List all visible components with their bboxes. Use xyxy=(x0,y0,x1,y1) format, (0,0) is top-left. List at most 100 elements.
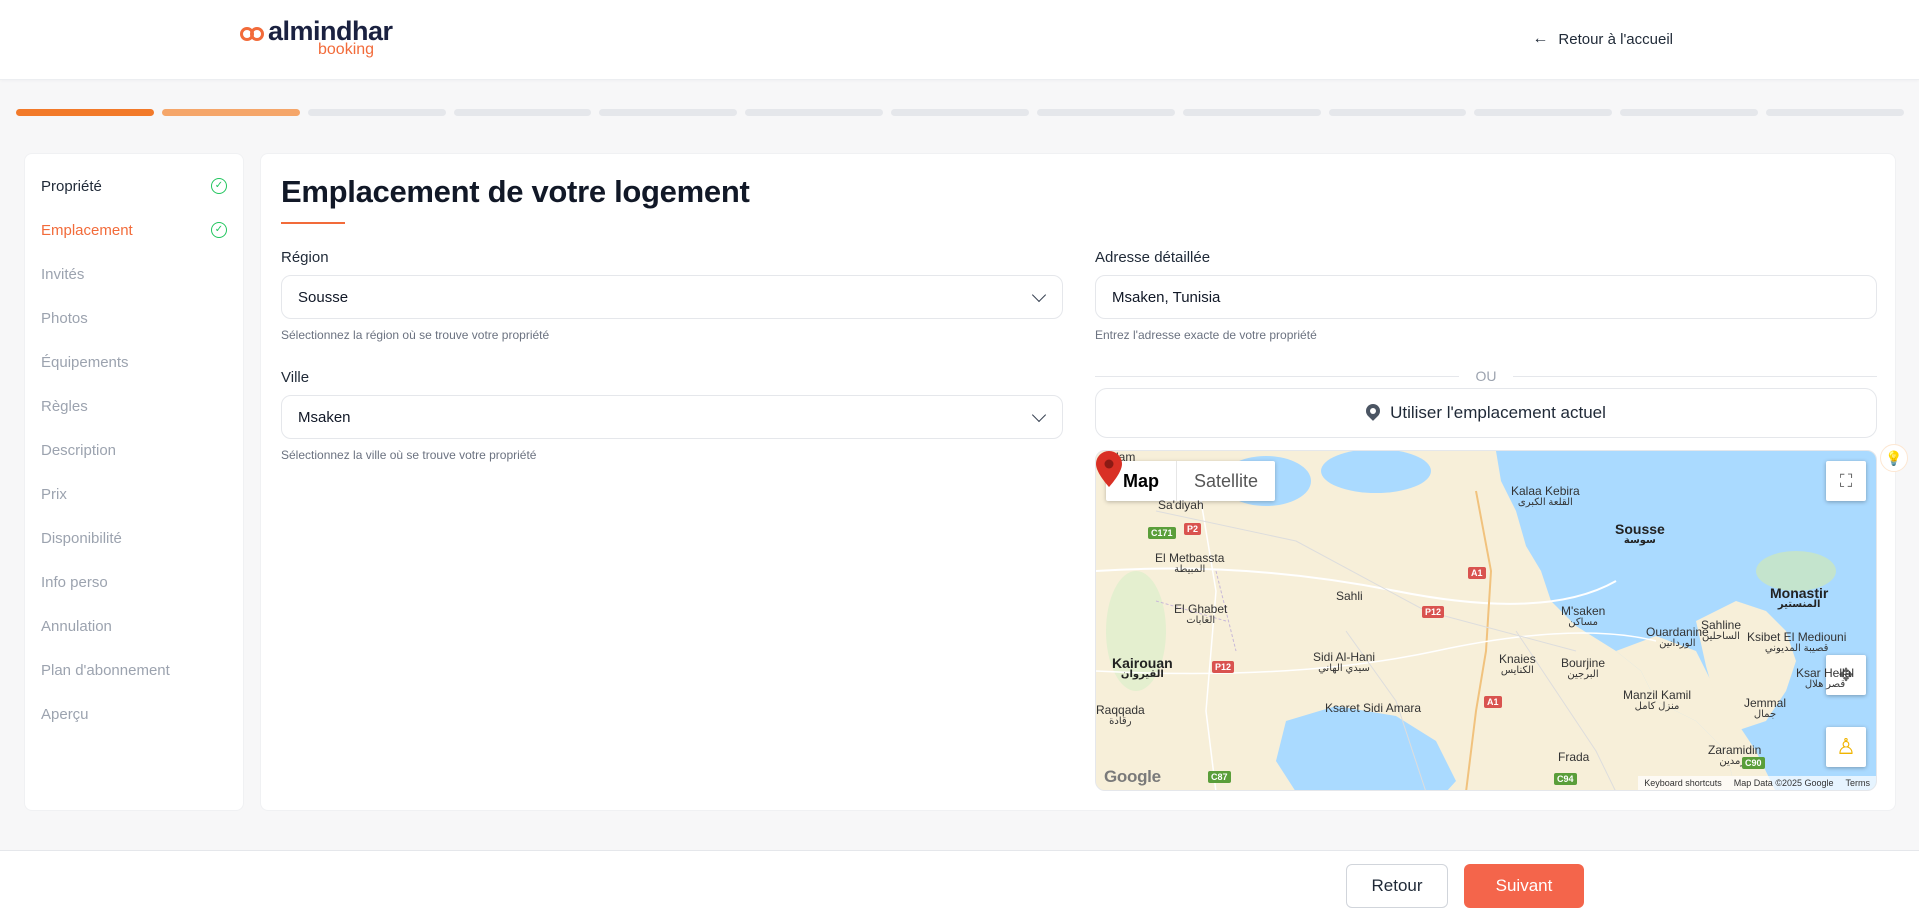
street-view-pegman-icon[interactable]: ♙ xyxy=(1826,727,1866,767)
map-place-label: Ksibet El Mediouni قصيبة المديوني xyxy=(1747,631,1846,655)
next-button[interactable]: Suivant xyxy=(1464,864,1584,908)
logo[interactable]: almindhar booking xyxy=(240,18,393,58)
progress-segment xyxy=(1766,109,1904,116)
map-place-name: Ksar Hellal xyxy=(1796,666,1855,680)
map-place-name-arabic: المنستير xyxy=(1777,599,1821,610)
sidebar-item-label: Aperçu xyxy=(41,705,89,723)
region-select-value: Sousse xyxy=(298,288,349,306)
map-place-label: Ksaret Sidi Amara xyxy=(1325,702,1421,714)
sidebar-item[interactable]: Équipements xyxy=(25,340,243,384)
map-place-label: Monastir المنستير xyxy=(1770,586,1828,611)
map-place-name: Sousse xyxy=(1615,521,1665,537)
sidebar-item[interactable]: Invités xyxy=(25,252,243,296)
map-place-name: Ouardanine xyxy=(1646,625,1709,639)
back-button[interactable]: Retour xyxy=(1346,864,1448,908)
map-data-text: Map Data ©2025 Google xyxy=(1733,778,1834,788)
sidebar-item[interactable]: Description xyxy=(25,428,243,472)
sidebar-item-label: Info perso xyxy=(41,573,108,591)
map-place-name: Manzil Kamil xyxy=(1623,688,1692,702)
chevron-down-icon xyxy=(1031,407,1047,423)
sidebar-item[interactable]: Annulation xyxy=(25,604,243,648)
sidebar-item[interactable]: Photos xyxy=(25,296,243,340)
sidebar-item[interactable]: Règles xyxy=(25,384,243,428)
address-label: Adresse détaillée xyxy=(1095,249,1211,266)
arrow-left-icon: ← xyxy=(1532,30,1549,47)
map-type-satellite-button[interactable]: Satellite xyxy=(1177,461,1275,501)
keyboard-shortcuts-link[interactable]: Keyboard shortcuts xyxy=(1644,778,1722,788)
sidebar-item[interactable]: Propriété ✓ xyxy=(25,164,243,208)
road-number-badge: A1 xyxy=(1468,567,1486,579)
region-hint: Sélectionnez la région où se trouve votr… xyxy=(281,328,550,342)
map-place-name: Ksibet El Mediouni xyxy=(1747,630,1847,644)
map-place-name-arabic: رقادة xyxy=(1109,716,1132,727)
bottom-nav-bar: Retour Suivant xyxy=(0,850,1919,918)
progress-segment xyxy=(1620,109,1759,116)
map-place-name-arabic: قصر هلال xyxy=(1804,679,1846,690)
map-place-name-arabic: الكنايس xyxy=(1500,665,1534,676)
road-number-badge: C171 xyxy=(1148,527,1176,539)
sidebar-item-label: Disponibilité xyxy=(41,529,122,547)
progress-segment xyxy=(453,109,592,116)
map-place-name-arabic: مساكن xyxy=(1568,617,1598,628)
top-header: almindhar booking ← Retour à l'accueil xyxy=(0,0,1919,80)
sidebar-item-label: Photos xyxy=(41,309,88,327)
lightbulb-icon[interactable]: 💡 xyxy=(1880,444,1908,472)
use-current-location-button[interactable]: Utiliser l'emplacement actuel xyxy=(1095,388,1877,438)
check-circle-icon: ✓ xyxy=(211,222,227,238)
map-place-label: Knaies الكنايس xyxy=(1499,653,1536,677)
sidebar-item-label: Annulation xyxy=(41,617,112,635)
map-place-label: Manzil Kamil منزل كامل xyxy=(1623,689,1691,713)
map-place-name-arabic: المبيطة xyxy=(1174,564,1206,575)
sidebar-item[interactable]: Prix xyxy=(25,472,243,516)
map-place-label: Ksar Hellal قصر هلال xyxy=(1796,667,1854,691)
map-place-label: M'saken مساكن xyxy=(1561,605,1605,629)
steps-sidebar: Propriété ✓ Emplacement ✓ Invités Photos Équip… xyxy=(24,153,244,811)
sidebar-item[interactable]: Aperçu xyxy=(25,692,243,736)
sidebar-item[interactable]: Emplacement ✓ xyxy=(25,208,243,252)
map-place-label: Sousse سوسة xyxy=(1615,521,1665,547)
step-progress-bar xyxy=(16,109,1904,116)
sidebar-item[interactable]: Plan d'abonnement xyxy=(25,648,243,692)
map-place-name: Sidi Al-Hani xyxy=(1313,650,1376,664)
sidebar-item-label: Description xyxy=(41,441,117,459)
map-place-name: Sahli xyxy=(1336,589,1363,603)
progress-segment xyxy=(1182,109,1321,116)
progress-segment xyxy=(599,109,738,116)
region-select[interactable]: Sousse xyxy=(281,275,1063,319)
map-place-name-arabic: قصيبة المديوني xyxy=(1764,643,1829,654)
sidebar-item-label: Règles xyxy=(41,397,88,415)
sidebar-item[interactable]: Disponibilité xyxy=(25,516,243,560)
city-select[interactable]: Msaken xyxy=(281,395,1063,439)
location-pin-icon xyxy=(1366,404,1380,422)
progress-segment xyxy=(1328,109,1467,116)
location-marker-icon[interactable] xyxy=(1096,451,1122,487)
map-place-label: El Ghabet الغابات xyxy=(1174,603,1227,627)
progress-segment xyxy=(745,109,884,116)
map-place-name: Raqqada xyxy=(1096,703,1145,717)
progress-segment xyxy=(16,109,154,116)
map-place-name-arabic: منزل كامل xyxy=(1634,701,1680,712)
address-input[interactable]: Msaken, Tunisia xyxy=(1095,275,1877,319)
page-title: Emplacement de votre logement xyxy=(281,174,750,209)
map-place-name-arabic: جمال xyxy=(1753,709,1777,720)
map-place-name-arabic: الغابات xyxy=(1186,615,1216,626)
map-place-name-arabic: القلعة الكبرى xyxy=(1517,497,1573,508)
back-home-link[interactable]: ← Retour à l'accueil xyxy=(1532,30,1673,48)
map-place-name: Jemmal xyxy=(1744,696,1787,710)
fullscreen-icon[interactable]: ⛶ xyxy=(1826,461,1866,501)
road-number-badge: P12 xyxy=(1212,661,1235,673)
map-place-label: Sa'diyah xyxy=(1158,499,1204,511)
progress-segment xyxy=(307,109,446,116)
map-place-name: Frada xyxy=(1558,750,1590,764)
sidebar-item-label: Plan d'abonnement xyxy=(41,661,170,679)
location-form-card: Emplacement de votre logement Région Sou… xyxy=(260,153,1896,811)
progress-segment xyxy=(1474,109,1613,116)
city-hint: Sélectionnez la ville où se trouve votre… xyxy=(281,448,537,462)
google-logo: Google xyxy=(1104,767,1161,786)
location-map[interactable]: Map Satellite ⛶ ✥ ♙ Alam Sa'diyah Kalaa Ke… xyxy=(1095,450,1877,791)
map-type-toggle: Map Satellite xyxy=(1106,461,1276,501)
map-place-label: Bourjine البرجين xyxy=(1561,657,1605,681)
map-attribution: Keyboard shortcuts Map Data ©2025 Google… xyxy=(1638,776,1876,790)
terms-link[interactable]: Terms xyxy=(1846,778,1871,788)
sidebar-item[interactable]: Info perso xyxy=(25,560,243,604)
